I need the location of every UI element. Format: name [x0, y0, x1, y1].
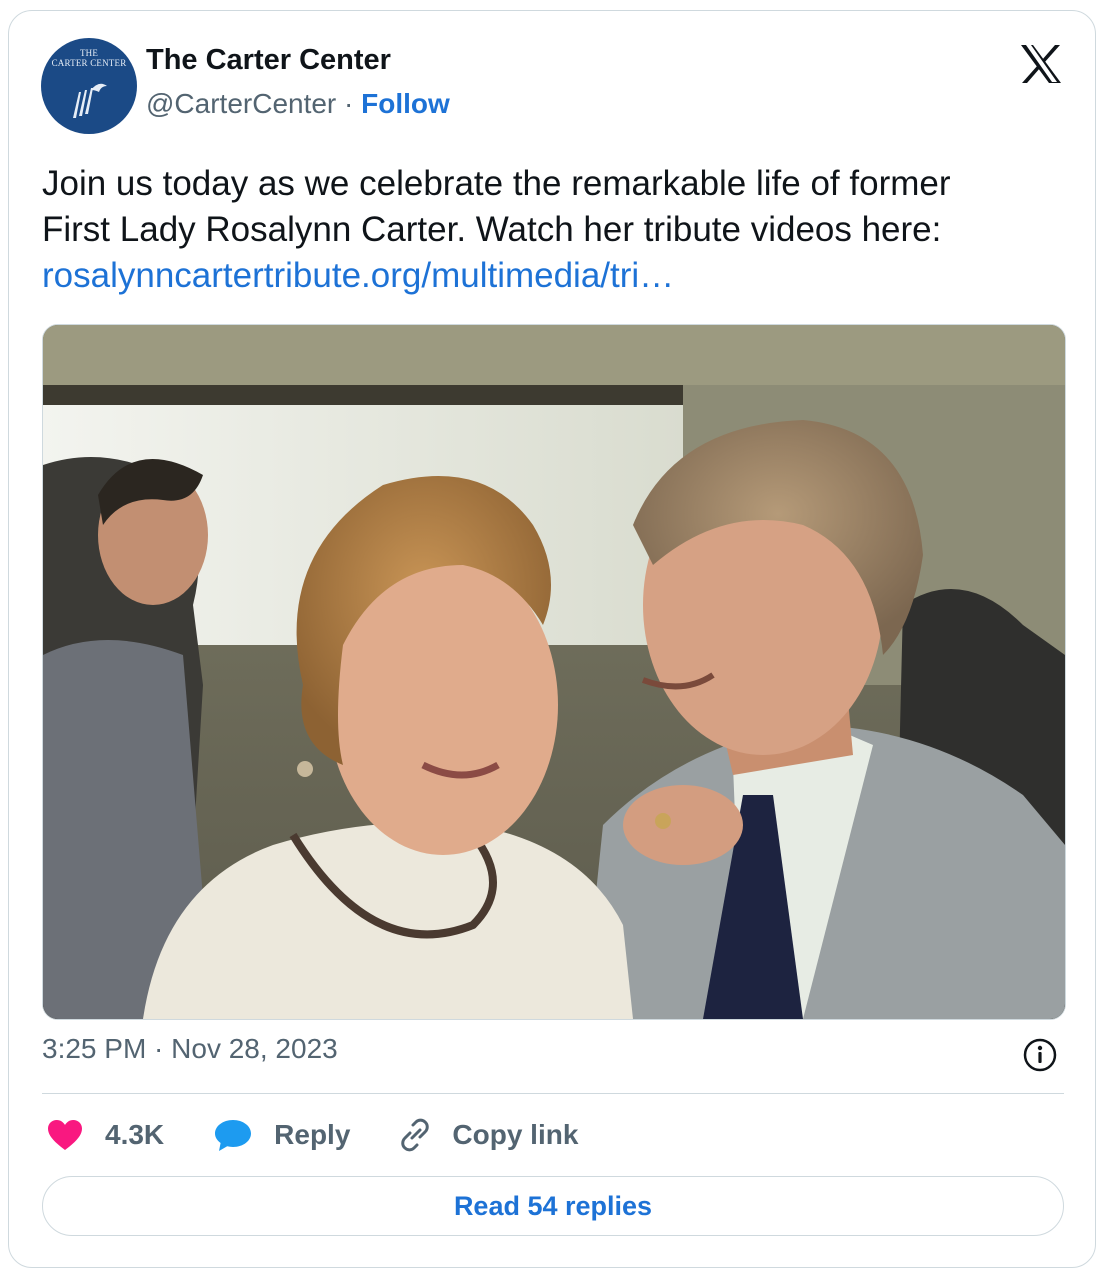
x-logo-icon[interactable]	[1019, 44, 1063, 84]
link-icon	[396, 1116, 434, 1154]
account-handle[interactable]: @CarterCenter	[146, 88, 336, 119]
reply-label: Reply	[274, 1119, 351, 1150]
tweet-text-line-2: First Lady Rosalynn Carter. Watch her tr…	[42, 210, 942, 249]
reply-button[interactable]: Reply	[214, 1118, 350, 1152]
tribute-link[interactable]: rosalynncartertribute.org/multimedia/tri…	[42, 256, 674, 295]
eagle-logo-icon	[73, 83, 107, 118]
tweet-photo[interactable]	[42, 324, 1066, 1020]
follow-button[interactable]: Follow	[361, 88, 450, 119]
tweet-card: THE CARTER CENTER The Carter Center @Car…	[8, 10, 1096, 1268]
handle-row: @CarterCenter · Follow	[146, 88, 450, 120]
tweet-actions: 4.3K Reply Copy link	[47, 1115, 578, 1155]
account-name[interactable]: The Carter Center	[146, 44, 391, 77]
carter-center-avatar[interactable]: THE CARTER CENTER	[41, 38, 137, 134]
like-count: 4.3K	[105, 1119, 165, 1150]
info-icon[interactable]	[1022, 1037, 1058, 1073]
like-button[interactable]: 4.3K	[47, 1119, 164, 1151]
actions-divider	[42, 1093, 1064, 1094]
handle-separator: ·	[336, 88, 362, 119]
copy-link-button[interactable]: Copy link	[396, 1116, 578, 1154]
avatar-logo-text: THE CARTER CENTER	[51, 48, 127, 68]
speech-bubble-icon	[214, 1118, 252, 1152]
read-replies-button[interactable]: Read 54 replies	[42, 1176, 1064, 1236]
tweet-text-line-1: Join us today as we celebrate the remark…	[42, 164, 951, 203]
photo-image	[43, 325, 1065, 1019]
tweet-text: Join us today as we celebrate the remark…	[42, 161, 1072, 299]
copy-link-label: Copy link	[452, 1119, 579, 1150]
heart-icon	[47, 1119, 83, 1151]
tweet-timestamp[interactable]: 3:25 PM · Nov 28, 2023	[42, 1033, 338, 1065]
